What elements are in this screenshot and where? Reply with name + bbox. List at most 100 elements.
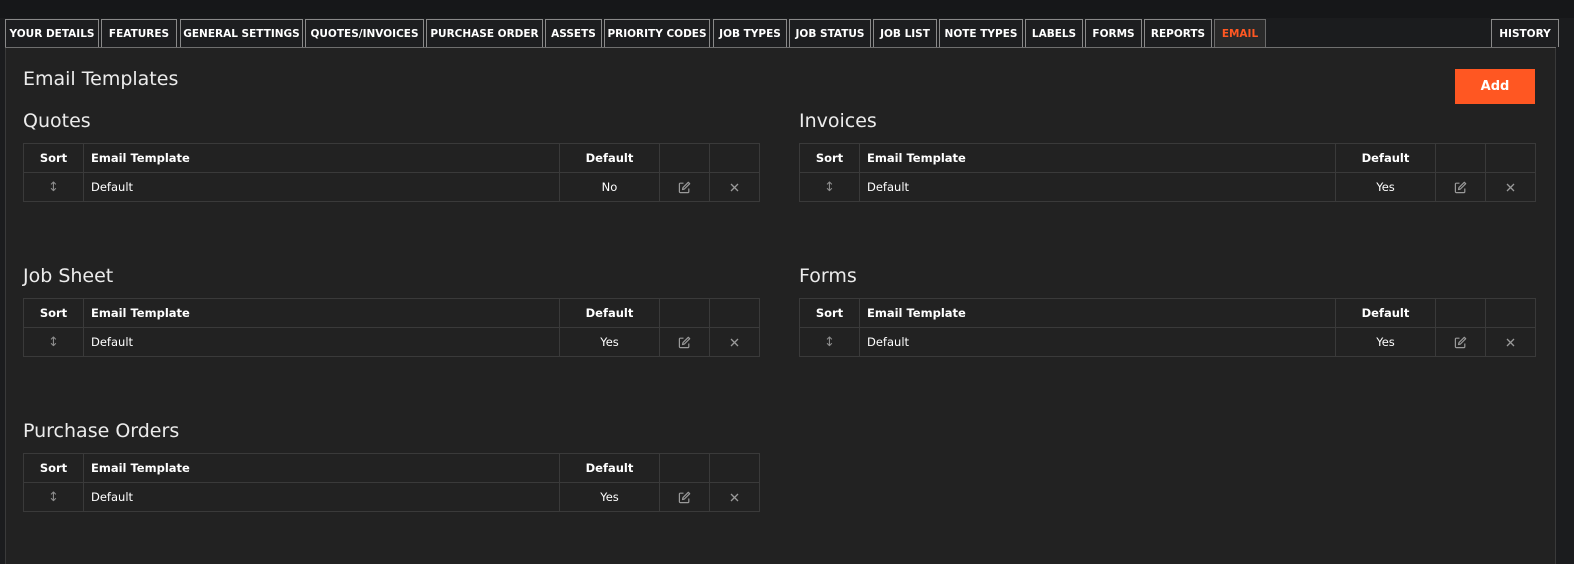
template-name: Default: [859, 172, 1336, 202]
table-header-row: Sort Email Template Default: [23, 143, 760, 173]
sort-cell[interactable]: ↕: [799, 327, 860, 357]
sort-arrows-icon[interactable]: ↕: [48, 490, 59, 505]
tab-general-settings[interactable]: GENERAL SETTINGS: [180, 19, 303, 47]
delete-cell: [1485, 172, 1536, 202]
table-row: ↕ Default No: [23, 172, 760, 202]
column-header-default: Default: [559, 143, 660, 173]
default-value: Yes: [1335, 327, 1436, 357]
edit-icon[interactable]: [678, 336, 691, 349]
table-header-row: Sort Email Template Default: [799, 143, 1536, 173]
sort-cell[interactable]: ↕: [23, 172, 84, 202]
default-value: No: [559, 172, 660, 202]
column-header-default: Default: [559, 298, 660, 328]
tab-reports[interactable]: REPORTS: [1144, 19, 1212, 47]
edit-icon[interactable]: [678, 181, 691, 194]
email-template-table: Sort Email Template Default ↕ Default No: [23, 143, 760, 202]
section-title: Invoices: [799, 110, 877, 132]
tab-priority-codes[interactable]: PRIORITY CODES: [604, 19, 710, 47]
column-header-sort: Sort: [799, 298, 860, 328]
sort-cell[interactable]: ↕: [799, 172, 860, 202]
tab-forms[interactable]: FORMS: [1085, 19, 1142, 47]
column-header-default: Default: [1335, 143, 1436, 173]
top-bar: [0, 0, 1574, 18]
column-header-delete: [709, 143, 760, 173]
tab-features[interactable]: FEATURES: [101, 19, 177, 47]
edit-icon[interactable]: [678, 491, 691, 504]
table-row: ↕ Default Yes: [799, 327, 1536, 357]
column-header-sort: Sort: [23, 298, 84, 328]
email-template-table: Sort Email Template Default ↕ Default Ye…: [23, 298, 760, 357]
template-name: Default: [83, 482, 560, 512]
delete-cell: [1485, 327, 1536, 357]
tab-email[interactable]: EMAIL: [1214, 19, 1266, 49]
page-title: Email Templates: [23, 68, 179, 90]
sort-arrows-icon[interactable]: ↕: [48, 335, 59, 350]
edit-cell: [659, 482, 710, 512]
sort-cell[interactable]: ↕: [23, 482, 84, 512]
tab-assets[interactable]: ASSETS: [545, 19, 602, 47]
tab-note-types[interactable]: NOTE TYPES: [939, 19, 1023, 47]
tab-quotes-invoices[interactable]: QUOTES/INVOICES: [305, 19, 424, 47]
table-row: ↕ Default Yes: [799, 172, 1536, 202]
sort-arrows-icon[interactable]: ↕: [48, 180, 59, 195]
delete-cell: [709, 172, 760, 202]
template-name: Default: [859, 327, 1336, 357]
column-header-default: Default: [559, 453, 660, 483]
column-header-edit: [659, 453, 710, 483]
template-name: Default: [83, 327, 560, 357]
section-title: Forms: [799, 265, 857, 287]
tab-job-status[interactable]: JOB STATUS: [789, 19, 871, 47]
tab-divider: [5, 47, 1556, 48]
column-header-template: Email Template: [83, 143, 560, 173]
table-header-row: Sort Email Template Default: [23, 298, 760, 328]
column-header-template: Email Template: [83, 298, 560, 328]
table-row: ↕ Default Yes: [23, 327, 760, 357]
column-header-template: Email Template: [859, 298, 1336, 328]
default-value: Yes: [559, 482, 660, 512]
template-name: Default: [83, 172, 560, 202]
add-button[interactable]: Add: [1455, 69, 1535, 104]
column-header-default: Default: [1335, 298, 1436, 328]
tab-purchase-order[interactable]: PURCHASE ORDER: [426, 19, 543, 47]
edit-cell: [1435, 327, 1486, 357]
tab-job-types[interactable]: JOB TYPES: [713, 19, 787, 47]
close-icon[interactable]: [730, 493, 739, 502]
sort-cell[interactable]: ↕: [23, 327, 84, 357]
column-header-edit: [659, 298, 710, 328]
tab-history[interactable]: HISTORY: [1491, 19, 1559, 47]
email-template-table: Sort Email Template Default ↕ Default Ye…: [23, 453, 760, 512]
column-header-edit: [659, 143, 710, 173]
settings-tabs: YOUR DETAILS FEATURES GENERAL SETTINGS Q…: [5, 19, 1560, 49]
column-header-sort: Sort: [23, 143, 84, 173]
edit-icon[interactable]: [1454, 336, 1467, 349]
column-header-edit: [1435, 143, 1486, 173]
email-template-table: Sort Email Template Default ↕ Default Ye…: [799, 298, 1536, 357]
table-header-row: Sort Email Template Default: [799, 298, 1536, 328]
column-header-delete: [709, 298, 760, 328]
column-header-delete: [709, 453, 760, 483]
close-icon[interactable]: [730, 338, 739, 347]
delete-cell: [709, 482, 760, 512]
sort-arrows-icon[interactable]: ↕: [824, 180, 835, 195]
column-header-delete: [1485, 298, 1536, 328]
tab-your-details[interactable]: YOUR DETAILS: [5, 19, 99, 47]
table-row: ↕ Default Yes: [23, 482, 760, 512]
close-icon[interactable]: [1506, 183, 1515, 192]
email-template-table: Sort Email Template Default ↕ Default Ye…: [799, 143, 1536, 202]
sort-arrows-icon[interactable]: ↕: [824, 335, 835, 350]
column-header-edit: [1435, 298, 1486, 328]
column-header-sort: Sort: [799, 143, 860, 173]
close-icon[interactable]: [1506, 338, 1515, 347]
column-header-delete: [1485, 143, 1536, 173]
section-title: Purchase Orders: [23, 420, 180, 442]
section-title: Job Sheet: [23, 265, 114, 287]
default-value: Yes: [1335, 172, 1436, 202]
tab-job-list[interactable]: JOB LIST: [873, 19, 937, 47]
edit-cell: [1435, 172, 1486, 202]
section-title: Quotes: [23, 110, 91, 132]
close-icon[interactable]: [730, 183, 739, 192]
column-header-template: Email Template: [83, 453, 560, 483]
tab-labels[interactable]: LABELS: [1025, 19, 1083, 47]
edit-cell: [659, 327, 710, 357]
edit-icon[interactable]: [1454, 181, 1467, 194]
